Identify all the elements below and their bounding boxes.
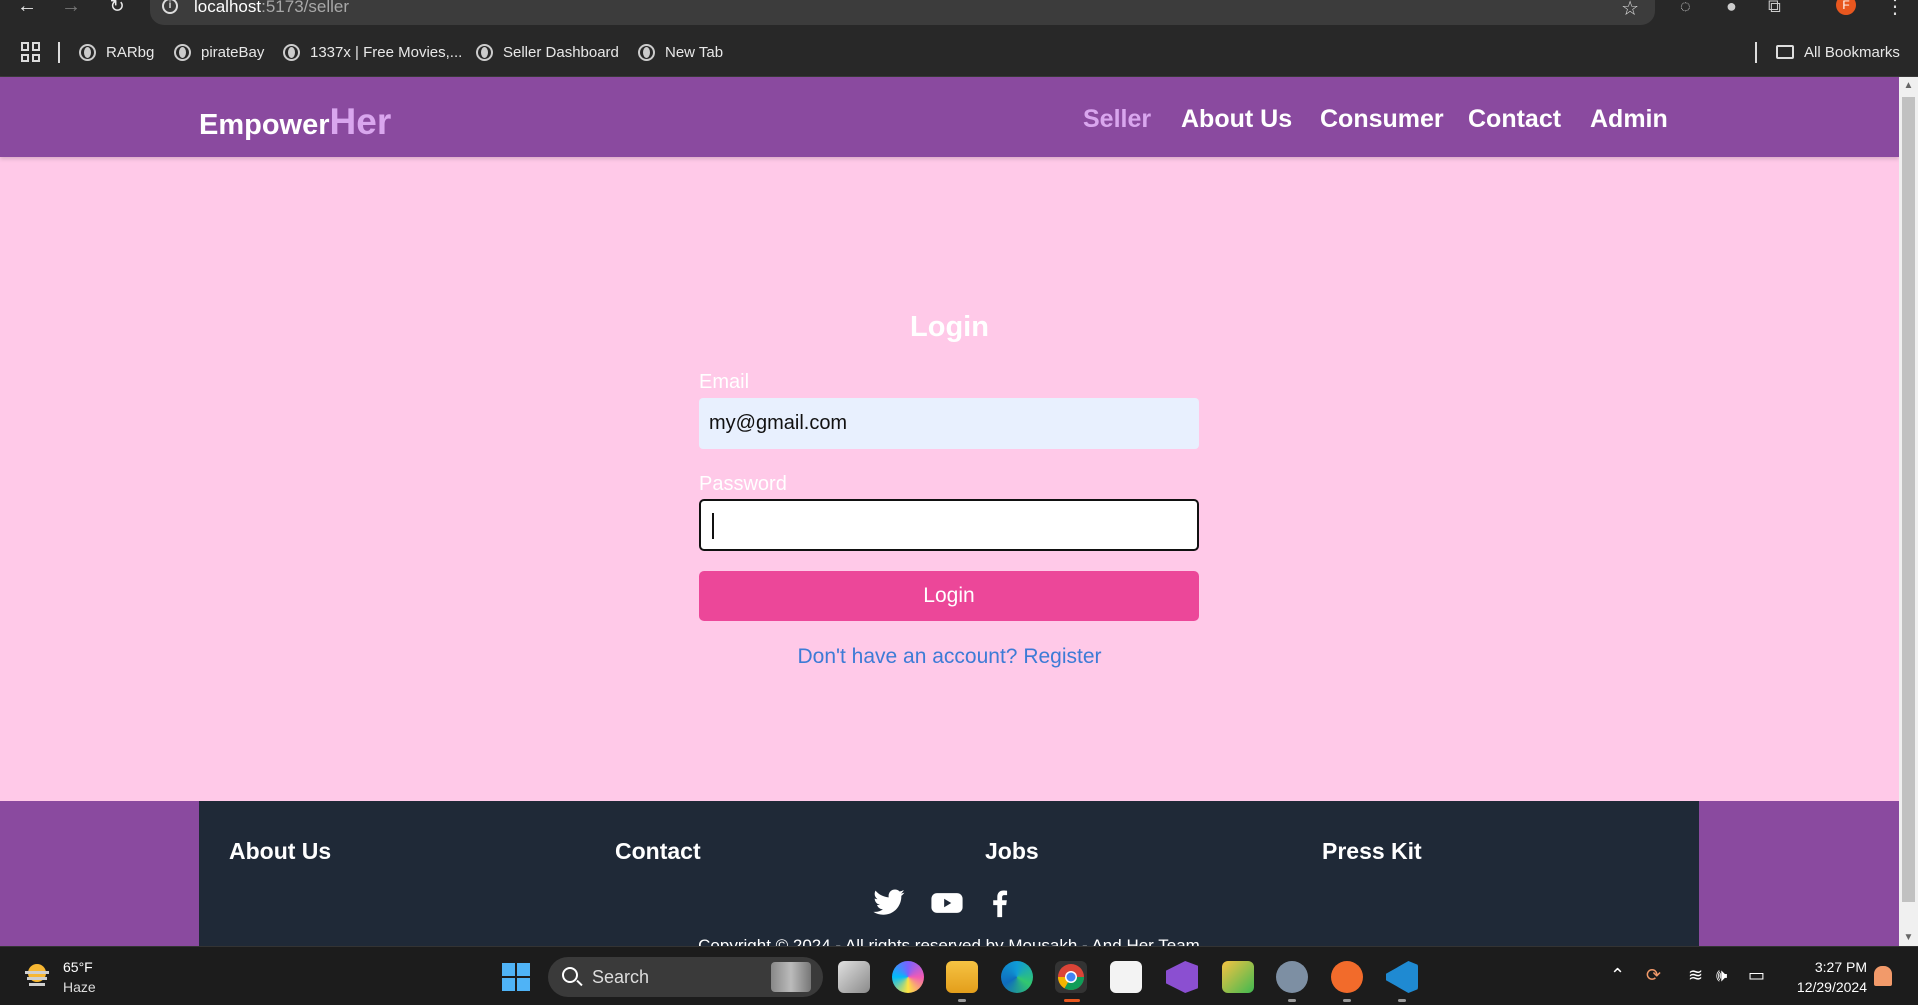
postman-icon[interactable] (1331, 961, 1363, 993)
task-view-icon[interactable] (838, 961, 870, 993)
nav-consumer[interactable]: Consumer (1320, 105, 1444, 134)
site-logo[interactable]: EmpowerHer (199, 101, 391, 143)
volume-icon[interactable]: 🕪 (1716, 965, 1727, 986)
globe-icon (638, 43, 655, 61)
login-button[interactable]: Login (699, 571, 1199, 621)
microsoft-store-icon[interactable] (1110, 961, 1142, 993)
globe-icon (79, 43, 96, 61)
apps-grid-icon[interactable] (21, 42, 41, 62)
scroll-down-icon[interactable]: ▼ (1899, 929, 1918, 946)
twitter-icon[interactable] (872, 886, 906, 920)
app-indicator (958, 999, 966, 1002)
address-bar[interactable]: i localhost:5173/seller ☆ (150, 0, 1655, 25)
profile-avatar[interactable]: F (1836, 0, 1856, 15)
login-heading: Login (910, 311, 989, 343)
nav-contact[interactable]: Contact (1468, 105, 1561, 134)
password-label: Password (699, 473, 787, 495)
app-indicator (1398, 999, 1406, 1002)
nav-admin[interactable]: Admin (1590, 105, 1668, 134)
browser-toolbar: ← → ↻ i localhost:5173/seller ☆ ◌ ● ⧉ F … (0, 0, 1918, 26)
folder-icon (1776, 45, 1794, 59)
site-info-icon[interactable]: i (162, 0, 178, 14)
app-indicator (1288, 999, 1296, 1002)
globe-icon (476, 43, 493, 61)
file-explorer-icon[interactable] (946, 961, 978, 993)
facebook-icon[interactable] (983, 886, 1017, 920)
footer-panel: About Us Contact Jobs Press Kit Copyrigh… (199, 801, 1699, 955)
wifi-icon[interactable]: ≋ (1688, 965, 1703, 986)
extensions-puzzle-icon[interactable]: ⧉ (1768, 0, 1781, 17)
email-field[interactable] (699, 398, 1199, 449)
register-link[interactable]: Don't have an account? Register (0, 645, 1899, 669)
footer-link-contact[interactable]: Contact (615, 838, 701, 865)
password-field[interactable] (699, 499, 1199, 551)
weather-condition: Haze (63, 979, 96, 995)
globe-icon (174, 43, 191, 61)
windows-start-icon[interactable] (502, 963, 530, 991)
email-label: Email (699, 371, 750, 393)
bookmark-item[interactable]: 1337x | Free Movies,... (283, 42, 462, 62)
clock-time[interactable]: 3:27 PM (1800, 959, 1867, 975)
footer-link-press-kit[interactable]: Press Kit (1322, 838, 1422, 865)
battery-icon[interactable]: ▭ (1748, 965, 1765, 986)
bookmark-item[interactable]: New Tab (638, 42, 723, 62)
scroll-up-icon[interactable]: ▲ (1899, 77, 1918, 94)
bookmark-divider (58, 42, 60, 63)
clock-date[interactable]: 12/29/2024 (1780, 979, 1867, 995)
youtube-icon[interactable] (930, 886, 964, 920)
search-icon (562, 967, 578, 983)
weather-haze-icon[interactable] (22, 961, 52, 989)
bookmark-item[interactable]: RARbg (79, 42, 154, 62)
settings-gear-icon[interactable] (1276, 961, 1308, 993)
taskbar-search[interactable]: Search (548, 957, 823, 997)
footer-link-jobs[interactable]: Jobs (985, 838, 1039, 865)
all-bookmarks-button[interactable]: All Bookmarks (1776, 42, 1900, 62)
vscode-icon[interactable] (1386, 961, 1418, 993)
reload-icon[interactable]: ↻ (102, 0, 132, 18)
extension-icon[interactable]: ● (1726, 0, 1737, 17)
page-scrollbar[interactable]: ▲ ▼ (1899, 77, 1918, 946)
edge-icon[interactable] (1001, 961, 1033, 993)
extension-icon[interactable]: ◌ (1680, 0, 1691, 17)
bookmarks-bar: RARbg pirateBay 1337x | Free Movies,... … (0, 26, 1918, 77)
chrome-logo-icon (1057, 964, 1085, 991)
bookmark-item[interactable]: Seller Dashboard (476, 42, 619, 62)
text-caret (712, 513, 714, 539)
site-header: EmpowerHer Seller About Us Consumer Cont… (0, 77, 1899, 157)
active-app-indicator (1064, 999, 1080, 1002)
scroll-thumb[interactable] (1902, 97, 1915, 902)
snipping-tool-icon[interactable] (1222, 961, 1254, 993)
notification-bell-icon[interactable] (1874, 966, 1892, 986)
site-footer: About Us Contact Jobs Press Kit Copyrigh… (0, 801, 1899, 955)
chevron-up-icon[interactable]: ⌃ (1610, 965, 1625, 986)
copilot-icon[interactable] (892, 961, 924, 993)
chrome-icon[interactable] (1055, 961, 1087, 993)
visual-studio-icon[interactable] (1166, 961, 1198, 993)
app-indicator (1343, 999, 1351, 1002)
footer-link-about[interactable]: About Us (229, 838, 331, 865)
weather-temperature: 65°F (63, 959, 93, 975)
globe-icon (283, 43, 300, 61)
nav-seller[interactable]: Seller (1083, 105, 1151, 134)
sync-icon[interactable]: ⟳ (1646, 965, 1661, 986)
forward-icon[interactable]: → (56, 0, 86, 18)
url-text[interactable]: localhost:5173/seller (194, 0, 349, 17)
browser-menu-icon[interactable]: ⋮ (1885, 0, 1905, 19)
bookmark-star-icon[interactable]: ☆ (1621, 0, 1639, 21)
windows-taskbar: 65°F Haze Search ⌃ ⟳ ≋ 🕪 ▭ 3:27 PM 12/29… (0, 946, 1918, 1005)
back-icon[interactable]: ← (12, 0, 42, 18)
bookmark-divider (1755, 42, 1757, 63)
search-highlight-image (771, 962, 811, 992)
bookmark-item[interactable]: pirateBay (174, 42, 264, 62)
nav-about-us[interactable]: About Us (1181, 105, 1292, 134)
